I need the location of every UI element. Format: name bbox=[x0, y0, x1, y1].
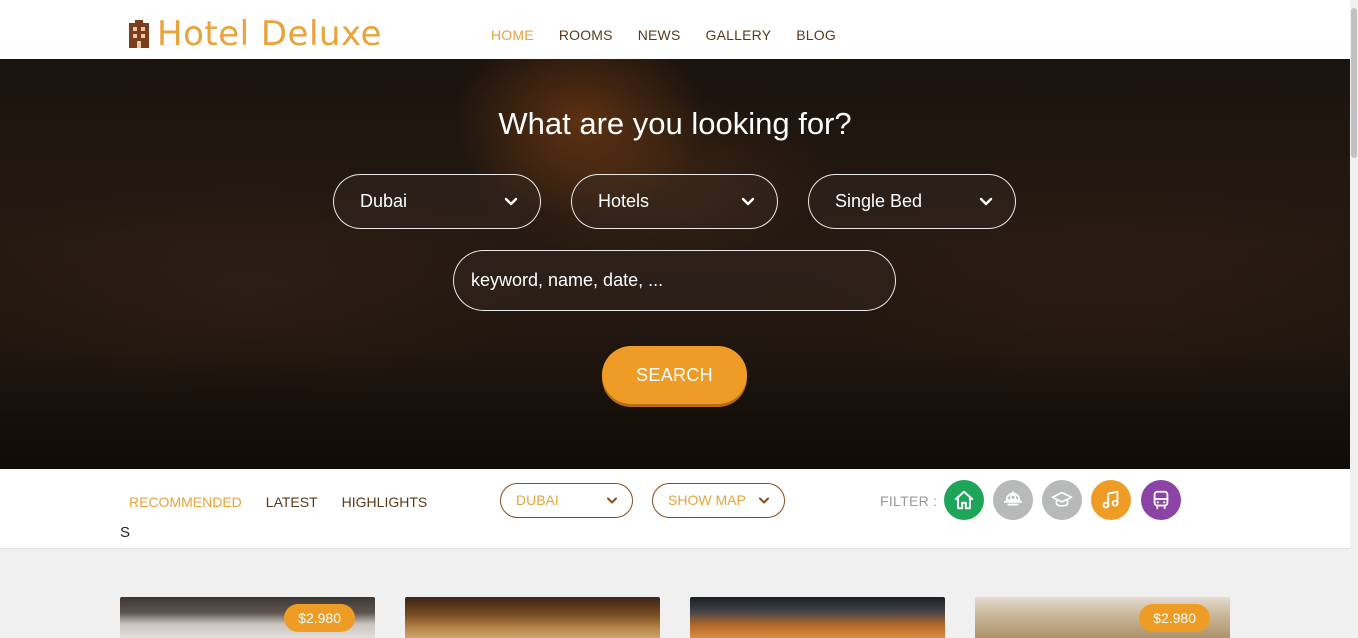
search-input[interactable] bbox=[453, 250, 896, 311]
filter-education-button[interactable] bbox=[1042, 480, 1082, 520]
type-select[interactable]: Hotels bbox=[571, 174, 778, 229]
hotel-card[interactable]: $2.980 bbox=[120, 597, 375, 638]
listing-grid: $2.980 $2.980 bbox=[0, 549, 1350, 638]
location-select-value: Dubai bbox=[360, 191, 408, 211]
restaurant-icon bbox=[1003, 491, 1023, 506]
main-nav: HOME ROOMS NEWS GALLERY BLOG bbox=[491, 27, 861, 43]
price-badge: $2.980 bbox=[1139, 604, 1210, 632]
search-button[interactable]: SEARCH bbox=[602, 346, 747, 404]
graduation-cap-icon bbox=[1051, 491, 1073, 507]
nav-item-rooms[interactable]: ROOMS bbox=[559, 27, 613, 43]
bed-select-value: Single Bed bbox=[835, 191, 923, 211]
chevron-down-icon bbox=[504, 197, 518, 206]
nav-item-news[interactable]: NEWS bbox=[638, 27, 681, 43]
nav-item-blog[interactable]: BLOG bbox=[796, 27, 836, 43]
tab-latest[interactable]: LATEST bbox=[266, 494, 318, 510]
price-badge: $2.980 bbox=[284, 604, 355, 632]
bed-select[interactable]: Single Bed bbox=[808, 174, 1016, 229]
tab-highlights[interactable]: HIGHLIGHTS bbox=[342, 494, 428, 510]
hotel-card[interactable] bbox=[690, 597, 945, 638]
chevron-down-icon bbox=[741, 197, 755, 206]
music-icon bbox=[1102, 490, 1119, 509]
tab-recommended[interactable]: RECOMMENDED bbox=[129, 494, 242, 510]
city-dropdown[interactable]: DUBAI bbox=[500, 483, 633, 518]
chevron-down-icon bbox=[607, 497, 617, 504]
nav-item-gallery[interactable]: GALLERY bbox=[706, 27, 772, 43]
logo[interactable]: Hotel Deluxe bbox=[128, 14, 382, 54]
page-scrollbar[interactable] bbox=[1350, 0, 1358, 638]
show-map-dropdown[interactable]: SHOW MAP bbox=[652, 483, 785, 518]
filter-home-button[interactable] bbox=[944, 480, 984, 520]
site-header: Hotel Deluxe HOME ROOMS NEWS GALLERY BLO… bbox=[0, 0, 1350, 59]
filter-restaurant-button[interactable] bbox=[993, 480, 1033, 520]
filter-bar: RECOMMENDED LATEST HIGHLIGHTS S DUBAI SH… bbox=[0, 469, 1350, 549]
chevron-down-icon bbox=[759, 497, 769, 504]
type-select-value: Hotels bbox=[598, 191, 650, 211]
filter-bus-button[interactable] bbox=[1141, 480, 1181, 520]
hero-title: What are you looking for? bbox=[498, 106, 852, 141]
hero-search: What are you looking for? Dubai Hotels S… bbox=[0, 59, 1350, 469]
location-select[interactable]: Dubai bbox=[333, 174, 541, 229]
filter-label: FILTER : bbox=[880, 493, 938, 509]
filter-music-button[interactable] bbox=[1091, 480, 1131, 520]
show-map-dropdown-value: SHOW MAP bbox=[668, 492, 746, 508]
listing-tabs: RECOMMENDED LATEST HIGHLIGHTS bbox=[129, 494, 451, 510]
brand-name: Hotel Deluxe bbox=[157, 14, 382, 54]
home-icon bbox=[954, 490, 974, 510]
building-icon bbox=[129, 20, 149, 48]
nav-item-home[interactable]: HOME bbox=[491, 27, 534, 43]
hotel-card[interactable]: $2.980 bbox=[975, 597, 1230, 638]
chevron-down-icon bbox=[979, 197, 993, 206]
scrollbar-thumb[interactable] bbox=[1351, 8, 1357, 158]
bus-icon bbox=[1153, 490, 1169, 510]
city-dropdown-value: DUBAI bbox=[516, 492, 559, 508]
hotel-card[interactable] bbox=[405, 597, 660, 638]
tab-overflow-text: S bbox=[120, 524, 131, 541]
